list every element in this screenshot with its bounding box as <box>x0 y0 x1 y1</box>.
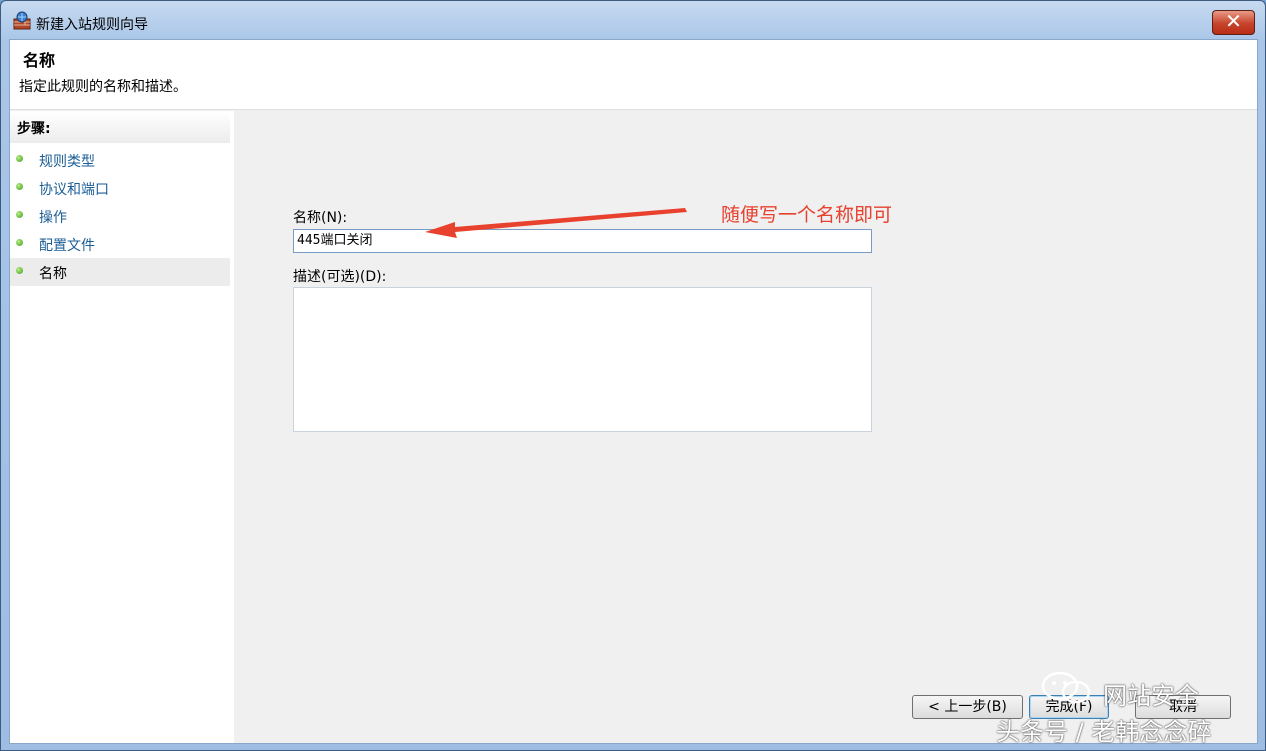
page-header: 名称 指定此规则的名称和描述。 <box>10 40 1257 110</box>
watermark-line1: 网站安全 <box>1103 682 1199 710</box>
step-dot-icon <box>16 211 23 218</box>
step-profile[interactable]: 配置文件 <box>10 230 230 258</box>
name-field-label: 名称(N): <box>293 210 348 226</box>
annotation-arrow <box>425 208 687 238</box>
step-action[interactable]: 操作 <box>10 202 230 230</box>
wizard-window: 新建入站规则向导 ✕ 名称 指定此规则的名称和描述。 步骤: 规则类型 协议和端… <box>0 0 1266 751</box>
watermark-line2: 头条号 / 老韩念念碎 <box>996 718 1212 746</box>
step-label: 规则类型 <box>39 154 95 170</box>
steps-header: 步骤: <box>10 111 230 143</box>
step-label: 协议和端口 <box>39 182 109 198</box>
annotation-text: 随便写一个名称即可 <box>721 204 893 226</box>
step-protocol-port[interactable]: 协议和端口 <box>10 174 230 202</box>
step-label: 操作 <box>39 210 67 226</box>
firewall-icon <box>13 11 31 30</box>
pane-divider <box>232 111 234 743</box>
close-icon: ✕ <box>1225 9 1242 33</box>
page-description: 指定此规则的名称和描述。 <box>19 79 187 95</box>
steps-pane: 步骤: 规则类型 协议和端口 操作 配置文件 名称 <box>10 111 232 743</box>
step-dot-icon <box>16 267 23 274</box>
wechat-logo-icon <box>1041 671 1091 704</box>
page-title: 名称 <box>23 51 56 70</box>
steps-header-label: 步骤: <box>17 121 51 137</box>
step-label: 配置文件 <box>39 238 95 254</box>
step-name[interactable]: 名称 <box>10 258 230 286</box>
title-bar[interactable]: 新建入站规则向导 ✕ <box>1 1 1265 41</box>
step-dot-icon <box>16 183 23 190</box>
description-input[interactable] <box>293 287 872 432</box>
window-title: 新建入站规则向导 <box>36 17 148 33</box>
close-button[interactable]: ✕ <box>1212 10 1255 35</box>
description-field-label: 描述(可选)(D): <box>293 269 387 285</box>
step-dot-icon <box>16 239 23 246</box>
wizard-client-area: 名称 指定此规则的名称和描述。 步骤: 规则类型 协议和端口 操作 配置文件 名… <box>9 39 1258 744</box>
step-label: 名称 <box>39 266 67 282</box>
step-rule-type[interactable]: 规则类型 <box>10 146 230 174</box>
step-dot-icon <box>16 155 23 162</box>
